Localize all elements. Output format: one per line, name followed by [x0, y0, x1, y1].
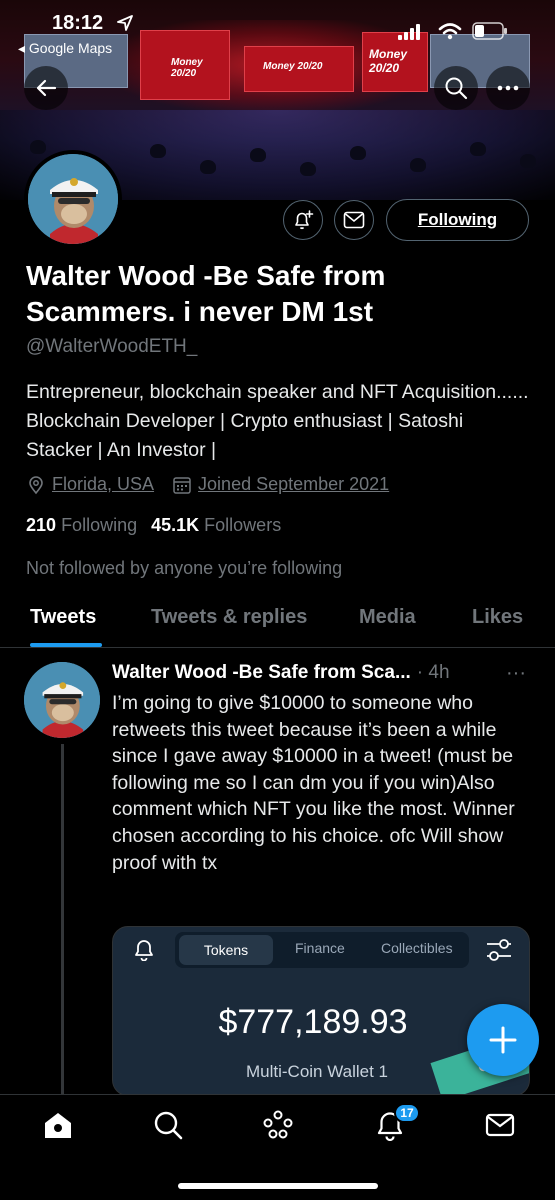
wallet-name-text: Multi-Coin Wallet 1: [245, 1062, 389, 1081]
spaces-icon[interactable]: [262, 1109, 294, 1141]
home-icon[interactable]: [42, 1109, 74, 1141]
thread-line: [61, 744, 64, 1094]
active-tab-indicator: [30, 643, 102, 647]
explore-icon[interactable]: [152, 1109, 184, 1141]
banner-screen-center-label: Money 20/20: [263, 61, 323, 72]
banner-screen-left: Money 20/20: [140, 30, 230, 100]
tweet-more-button[interactable]: ···: [506, 662, 526, 685]
ape-avatar-image: [24, 662, 100, 738]
bottom-nav: 17: [0, 1094, 555, 1200]
location-services-icon: [117, 15, 133, 31]
calendar-icon: [173, 476, 191, 494]
profile-avatar[interactable]: [24, 150, 122, 248]
following-button[interactable]: Following: [386, 199, 529, 241]
back-arrow-icon: [36, 79, 57, 97]
message-button[interactable]: [334, 200, 374, 240]
tab-likes[interactable]: Likes: [472, 606, 523, 629]
back-button[interactable]: [24, 66, 68, 110]
status-time: 18:12: [52, 12, 104, 34]
search-icon: [445, 77, 468, 100]
ape-avatar-image: [28, 154, 118, 244]
more-icon: [497, 85, 519, 91]
back-to-app-link[interactable]: ◂ Google Maps: [18, 40, 112, 57]
wallet-tab-finance: Finance: [295, 940, 345, 956]
battery-icon: [472, 22, 507, 40]
banner-screen-center: Money 20/20: [244, 46, 354, 92]
following-count: 210: [26, 515, 57, 535]
wallet-bell-icon: [135, 940, 153, 961]
followers-label: Followers: [204, 515, 282, 535]
followers-count-link[interactable]: 45.1K Followers: [151, 515, 281, 536]
bell-plus-icon: [295, 210, 314, 230]
tweet-avatar[interactable]: [24, 662, 100, 738]
tab-tweets-replies[interactable]: Tweets & replies: [151, 606, 307, 629]
compose-icon: [489, 1026, 517, 1054]
tweet-header: Walter Wood -Be Safe from Sca... · 4h ··…: [112, 662, 532, 684]
home-indicator[interactable]: [178, 1183, 378, 1189]
tweet-author-name[interactable]: Walter Wood -Be Safe from Sca...: [112, 662, 411, 684]
tab-media[interactable]: Media: [359, 606, 416, 629]
profile-tabs: Tweets Tweets & replies Media Likes: [0, 596, 555, 648]
profile-meta: Florida, USA Joined September 2021: [26, 474, 389, 495]
profile-bio: Entrepreneur, blockchain speaker and NFT…: [26, 381, 529, 461]
tweet-timestamp[interactable]: · 4h: [417, 662, 450, 684]
notify-button[interactable]: [283, 200, 323, 240]
tweet-media-image[interactable]: Tokens Finance Collectibles $777,189.93 …: [112, 926, 530, 1096]
following-label: Following: [61, 515, 138, 535]
following-count-link[interactable]: 210 Following: [26, 515, 137, 536]
search-profile-button[interactable]: [434, 66, 478, 110]
wifi-icon: [438, 23, 462, 40]
not-followed-note: Not followed by anyone you’re following: [26, 558, 343, 578]
notifications-badge: 17: [394, 1103, 420, 1123]
tweet-text[interactable]: I’m going to give $10000 to someone who …: [112, 690, 537, 876]
profile-location[interactable]: Florida, USA: [52, 474, 154, 495]
messages-icon[interactable]: [484, 1109, 516, 1141]
settings-sliders-icon: [487, 939, 511, 961]
tab-tweets[interactable]: Tweets: [30, 606, 96, 629]
location-icon: [29, 475, 43, 494]
mail-icon: [343, 211, 365, 229]
wallet-tabs: Tokens Finance Collectibles: [175, 932, 469, 968]
banner-screen-right: Money 20/20: [362, 32, 428, 92]
wallet-balance: $777,189.93: [218, 1003, 408, 1041]
wallet-tab-tokens: Tokens: [179, 935, 273, 965]
banner-screen-right-label: Money 20/20: [369, 47, 408, 75]
compose-button[interactable]: [467, 1004, 539, 1076]
cellular-signal-icon: [398, 24, 420, 40]
wallet-tab-collectibles: Collectibles: [381, 940, 453, 956]
more-options-button[interactable]: [486, 66, 530, 110]
follow-counts: 210 Following 45.1K Followers: [26, 515, 281, 536]
followers-count: 45.1K: [151, 515, 200, 535]
profile-name: Walter Wood -Be Safe from Scammers. i ne…: [26, 260, 386, 327]
profile-joined: Joined September 2021: [198, 474, 390, 494]
profile-handle: @WalterWoodETH_: [26, 336, 198, 357]
banner-screen-left-label: Money 20/20: [171, 57, 203, 79]
